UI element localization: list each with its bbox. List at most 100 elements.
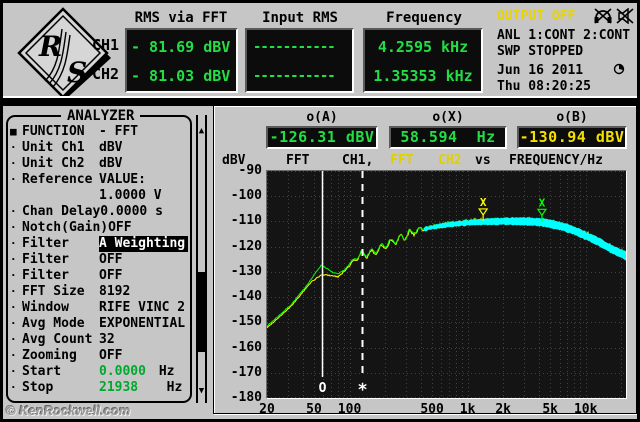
peak-marker[interactable]: X [479,196,487,221]
readout-value: -130.94 dBV [517,126,627,149]
menu-item-avg-count[interactable]: ·Avg Count32 [8,332,188,348]
menu-item-zooming[interactable]: ·ZoomingOFF [8,348,188,364]
caption-part: CH2 [438,153,461,168]
instrument-screen: R S RMS via FFT CH1 CH2 - 81.69 dBV - 81… [3,3,637,419]
menu-item-label: Reference [22,172,99,188]
y-tick-label: -120 [216,239,262,254]
bullet-icon: · [8,156,22,172]
menu-item-value: dBV [99,140,122,156]
y-tick-label: -150 [216,314,262,329]
menu-item-value: RIFE VINC 2 [99,300,185,316]
clock-icon [613,63,625,75]
readout-label: o(B) [517,110,627,125]
menu-item-label: Filter [22,268,99,284]
selected-bullet-icon: ■ [8,124,22,140]
menu-item-fft-size[interactable]: ·FFT Size8192 [8,284,188,300]
menu-item-unit: Hz [151,380,182,396]
x-tick-label: 1k [460,402,476,417]
menu-item-label: Start [22,364,99,380]
scrollbar-down-icon[interactable]: ▼ [198,387,205,395]
rms-ch2-value: - 81.03 dBV [131,62,232,91]
x-tick-label: 50 [306,402,322,417]
frequency-row2: 1.35353 kHz [367,62,479,91]
y-tick-label: -140 [216,289,262,304]
menu-item-value: OFF [108,220,131,236]
ch2-label: CH2 [92,65,119,83]
menu-item-function[interactable]: ■FUNCTION- FFT [8,124,188,140]
output-status: OUTPUT OFF [497,9,575,24]
bullet-icon: · [8,268,22,284]
menu-item-reference[interactable]: ·ReferenceVALUE: [8,172,188,188]
instrument-screen-frame: R S RMS via FFT CH1 CH2 - 81.69 dBV - 81… [0,0,640,422]
menu-item-notch-gain-[interactable]: ·Notch(Gain)OFF [8,220,188,236]
scrollbar-thumb[interactable] [198,272,205,352]
input-rms-row2: ----------- [253,62,346,91]
y-tick-label: -180 [216,390,262,405]
x-tick-label: 10k [574,402,597,417]
readout-label: o(A) [266,110,378,125]
analyzer-menu-list: ■FUNCTION- FFT·Unit Ch1dBV·Unit Ch2dBV·R… [8,124,188,396]
menu-item-value: - FFT [99,124,138,140]
caption-part: vs [475,153,491,168]
x-tick-label: 5k [542,402,558,417]
x-tick-label: 2k [495,402,511,417]
analyzer-panel-title: ANALYZER [61,108,140,124]
cursor-dashed[interactable]: ∗ [357,171,367,397]
bullet-icon: · [8,300,22,316]
menu-item-value[interactable]: 1.0000 V [8,188,188,204]
menu-item-filter[interactable]: ·FilterOFF [8,268,188,284]
bullet-icon: · [8,380,22,396]
readout-value: 58.594 Hz [389,126,507,149]
svg-text:R: R [38,30,62,63]
menu-scrollbar[interactable]: ▲ ▼ [196,115,207,403]
headphones-off-icon [594,8,612,24]
menu-item-label: FFT Size [22,284,99,300]
time-label: Thu 08:20:25 [497,79,591,94]
no-bullet [8,188,22,204]
menu-item-value: 21938 [99,380,151,396]
cursor-marker-glyph: O [319,381,327,396]
menu-item-label: Avg Count [22,332,99,348]
menu-item-label: Filter [22,236,99,252]
menu-item-window[interactable]: ·WindowRIFE VINC 2 [8,300,188,316]
y-tick-label: -90 [216,163,262,178]
readout-value: -126.31 dBV [266,126,378,149]
menu-item-label: Filter [22,252,99,268]
menu-item-unit-ch1[interactable]: ·Unit Ch1dBV [8,140,188,156]
caption-part: CH1, [342,153,373,168]
menu-item-unit-ch2[interactable]: ·Unit Ch2dBV [8,156,188,172]
y-tick-label: -160 [216,340,262,355]
menu-item-filter[interactable]: ·FilterA Weighting [8,236,188,252]
menu-item-chan-delay[interactable]: ·Chan Delay0.0000 s [8,204,188,220]
menu-item-label: Avg Mode [22,316,99,332]
menu-item-label: Unit Ch2 [22,156,99,172]
fft-plot-svg: O ∗ X X [267,171,626,398]
menu-item-start[interactable]: ·Start0.0000 Hz [8,364,188,380]
menu-item-avg-mode[interactable]: ·Avg ModeEXPONENTIAL [8,316,188,332]
bullet-icon: · [8,236,22,252]
frequency-row1: 4.2595 kHz [367,33,479,62]
bullet-icon: · [8,252,22,268]
bullet-icon: · [8,348,22,364]
y-tick-label: -110 [216,213,262,228]
sweep-status: SWP STOPPED [497,44,583,59]
cursor-marker-glyph: ∗ [357,377,367,397]
x-tick-label: 100 [338,402,361,417]
bullet-icon: · [8,316,22,332]
menu-item-value: OFF [99,348,122,364]
menu-item-label: Stop [22,380,99,396]
watermark: © KenRockwell.com [6,403,130,418]
menu-item-filter[interactable]: ·FilterOFF [8,252,188,268]
peak-marker[interactable]: X [538,196,546,221]
scrollbar-up-icon[interactable]: ▲ [198,127,205,135]
menu-item-value: 0.0000 [99,364,151,380]
menu-item-stop[interactable]: ·Stop21938 Hz [8,380,188,396]
menu-item-label: Notch(Gain) [22,220,108,236]
analyzer-status: ANL 1:CONT 2:CONT [497,28,630,43]
bullet-icon: · [8,364,22,380]
input-rms-title: Input RMS [245,10,355,26]
cursor-solid[interactable]: O [319,171,327,396]
rms-via-fft-title: RMS via FFT [121,10,241,26]
menu-item-value: 8192 [99,284,130,300]
y-tick-label: -100 [216,188,262,203]
